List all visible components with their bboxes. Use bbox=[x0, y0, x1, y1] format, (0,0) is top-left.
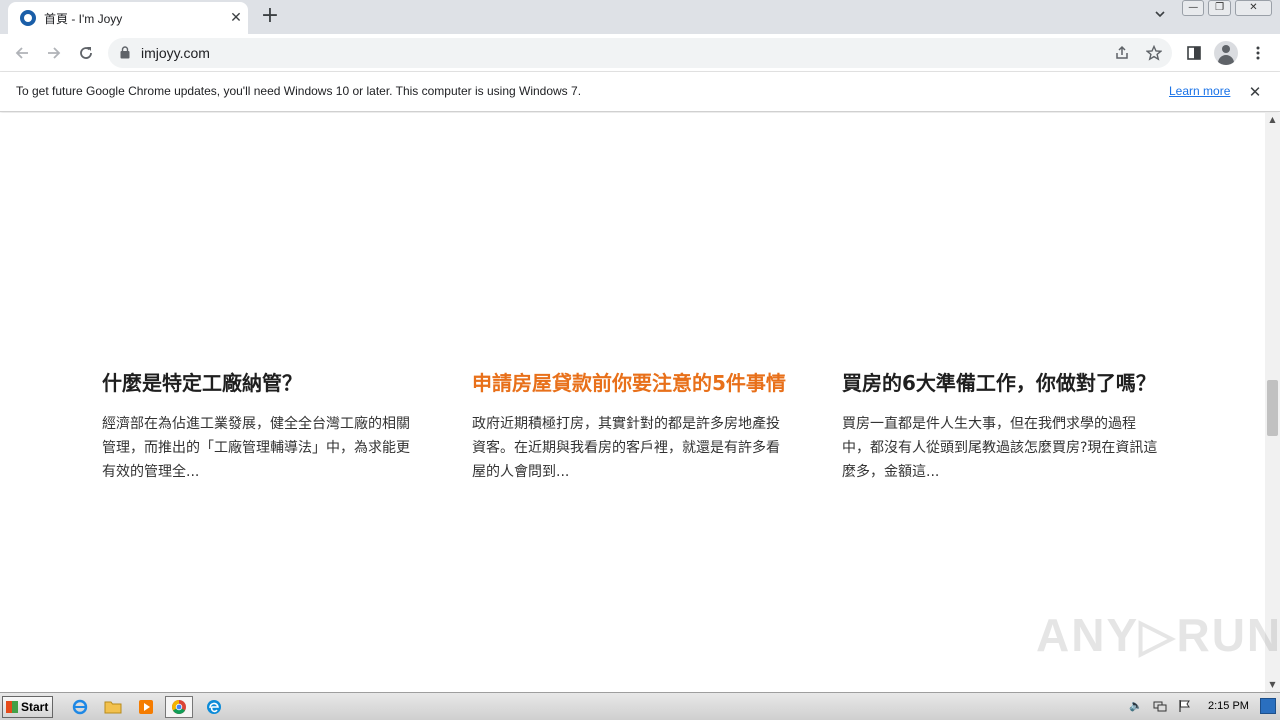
window-controls: — ❐ ✕ bbox=[1182, 0, 1276, 18]
back-arrow-icon[interactable] bbox=[9, 40, 35, 66]
restore-button[interactable]: ❐ bbox=[1208, 0, 1231, 16]
scroll-up-arrow-icon[interactable]: ▲ bbox=[1265, 113, 1280, 127]
site-favicon-icon bbox=[20, 10, 36, 26]
windows-taskbar: Start 🔈 2:15 PM bbox=[0, 692, 1280, 720]
window-close-button[interactable]: ✕ bbox=[1234, 0, 1272, 16]
article-card[interactable]: 申請房屋貸款前你要注意的5件事情 政府近期積極打房，其實針對的都是許多房地產投資… bbox=[472, 368, 792, 484]
menu-kebab-icon[interactable] bbox=[1246, 41, 1270, 65]
tab-title: 首頁 - I'm Joyy bbox=[44, 12, 123, 26]
page-scrollbar[interactable]: ▲ ▼ bbox=[1265, 113, 1280, 692]
anyrun-watermark: ANY▷RUN bbox=[1036, 609, 1280, 661]
taskbar-clock[interactable]: 2:15 PM bbox=[1208, 700, 1249, 712]
lock-icon[interactable] bbox=[120, 46, 130, 59]
article-title-hovered[interactable]: 申請房屋貸款前你要注意的5件事情 bbox=[472, 368, 792, 398]
article-card[interactable]: 什麼是特定工廠納管？ 經濟部在為佔進工業發展，健全全台灣工廠的相關管理，而推出的… bbox=[102, 368, 422, 484]
media-player-icon[interactable] bbox=[132, 696, 160, 718]
tab-strip: 首頁 - I'm Joyy ✕ + — ❐ ✕ bbox=[0, 0, 1280, 34]
windows-logo-icon bbox=[6, 701, 18, 713]
article-excerpt: 經濟部在為佔進工業發展，健全全台灣工廠的相關管理，而推出的「工廠管理輔導法」中，… bbox=[102, 416, 410, 480]
address-bar[interactable]: imjoyy.com bbox=[108, 38, 1172, 68]
article-title[interactable]: 買房的6大準備工作，你做對了嗎？ bbox=[842, 368, 1162, 398]
learn-more-link[interactable]: Learn more bbox=[1169, 84, 1230, 98]
system-tray: 🔈 bbox=[1122, 696, 1202, 718]
forward-arrow-icon[interactable] bbox=[41, 40, 67, 66]
action-center-flag-icon[interactable] bbox=[1176, 698, 1192, 714]
profile-avatar-icon[interactable] bbox=[1214, 41, 1238, 65]
side-panel-icon[interactable] bbox=[1182, 41, 1206, 65]
article-excerpt: 買房一直都是件人生大事，但在我們求學的過程中，都沒有人從頭到尾教過該怎麼買房?現… bbox=[842, 416, 1158, 480]
tab-close-icon[interactable]: ✕ bbox=[226, 8, 246, 28]
page-viewport: 什麼是特定工廠納管？ 經濟部在為佔進工業發展，健全全台灣工廠的相關管理，而推出的… bbox=[0, 113, 1265, 692]
share-icon[interactable] bbox=[1112, 43, 1132, 63]
scroll-down-arrow-icon[interactable]: ▼ bbox=[1265, 678, 1280, 692]
update-infobar: To get future Google Chrome updates, you… bbox=[0, 72, 1280, 112]
show-desktop-button[interactable] bbox=[1260, 698, 1276, 714]
article-card[interactable]: 買房的6大準備工作，你做對了嗎？ 買房一直都是件人生大事，但在我們求學的過程中，… bbox=[842, 368, 1162, 484]
scrollbar-thumb[interactable] bbox=[1267, 380, 1278, 436]
network-icon[interactable] bbox=[1152, 698, 1168, 714]
infobar-close-icon[interactable]: ✕ bbox=[1245, 82, 1265, 102]
file-explorer-icon[interactable] bbox=[99, 696, 127, 718]
internet-explorer-icon[interactable] bbox=[66, 696, 94, 718]
article-title[interactable]: 什麼是特定工廠納管？ bbox=[102, 368, 422, 398]
tab-search-chevron-icon[interactable] bbox=[1150, 6, 1170, 26]
minimize-button[interactable]: — bbox=[1182, 0, 1205, 16]
url-text[interactable]: imjoyy.com bbox=[141, 45, 210, 61]
chrome-icon[interactable] bbox=[165, 696, 193, 718]
browser-toolbar: imjoyy.com bbox=[0, 34, 1280, 72]
reload-icon[interactable] bbox=[73, 40, 99, 66]
start-label: Start bbox=[21, 700, 49, 714]
infobar-message: To get future Google Chrome updates, you… bbox=[16, 84, 582, 98]
start-button[interactable]: Start bbox=[2, 696, 53, 718]
new-tab-button[interactable]: + bbox=[258, 4, 282, 28]
tab-home[interactable]: 首頁 - I'm Joyy ✕ bbox=[8, 2, 248, 34]
volume-icon[interactable]: 🔈 bbox=[1128, 698, 1144, 714]
edge-icon[interactable] bbox=[200, 696, 228, 718]
bookmark-star-icon[interactable] bbox=[1144, 43, 1164, 63]
article-excerpt: 政府近期積極打房，其實針對的都是許多房地產投資客。在近期與我看房的客戶裡，就還是… bbox=[472, 416, 780, 480]
